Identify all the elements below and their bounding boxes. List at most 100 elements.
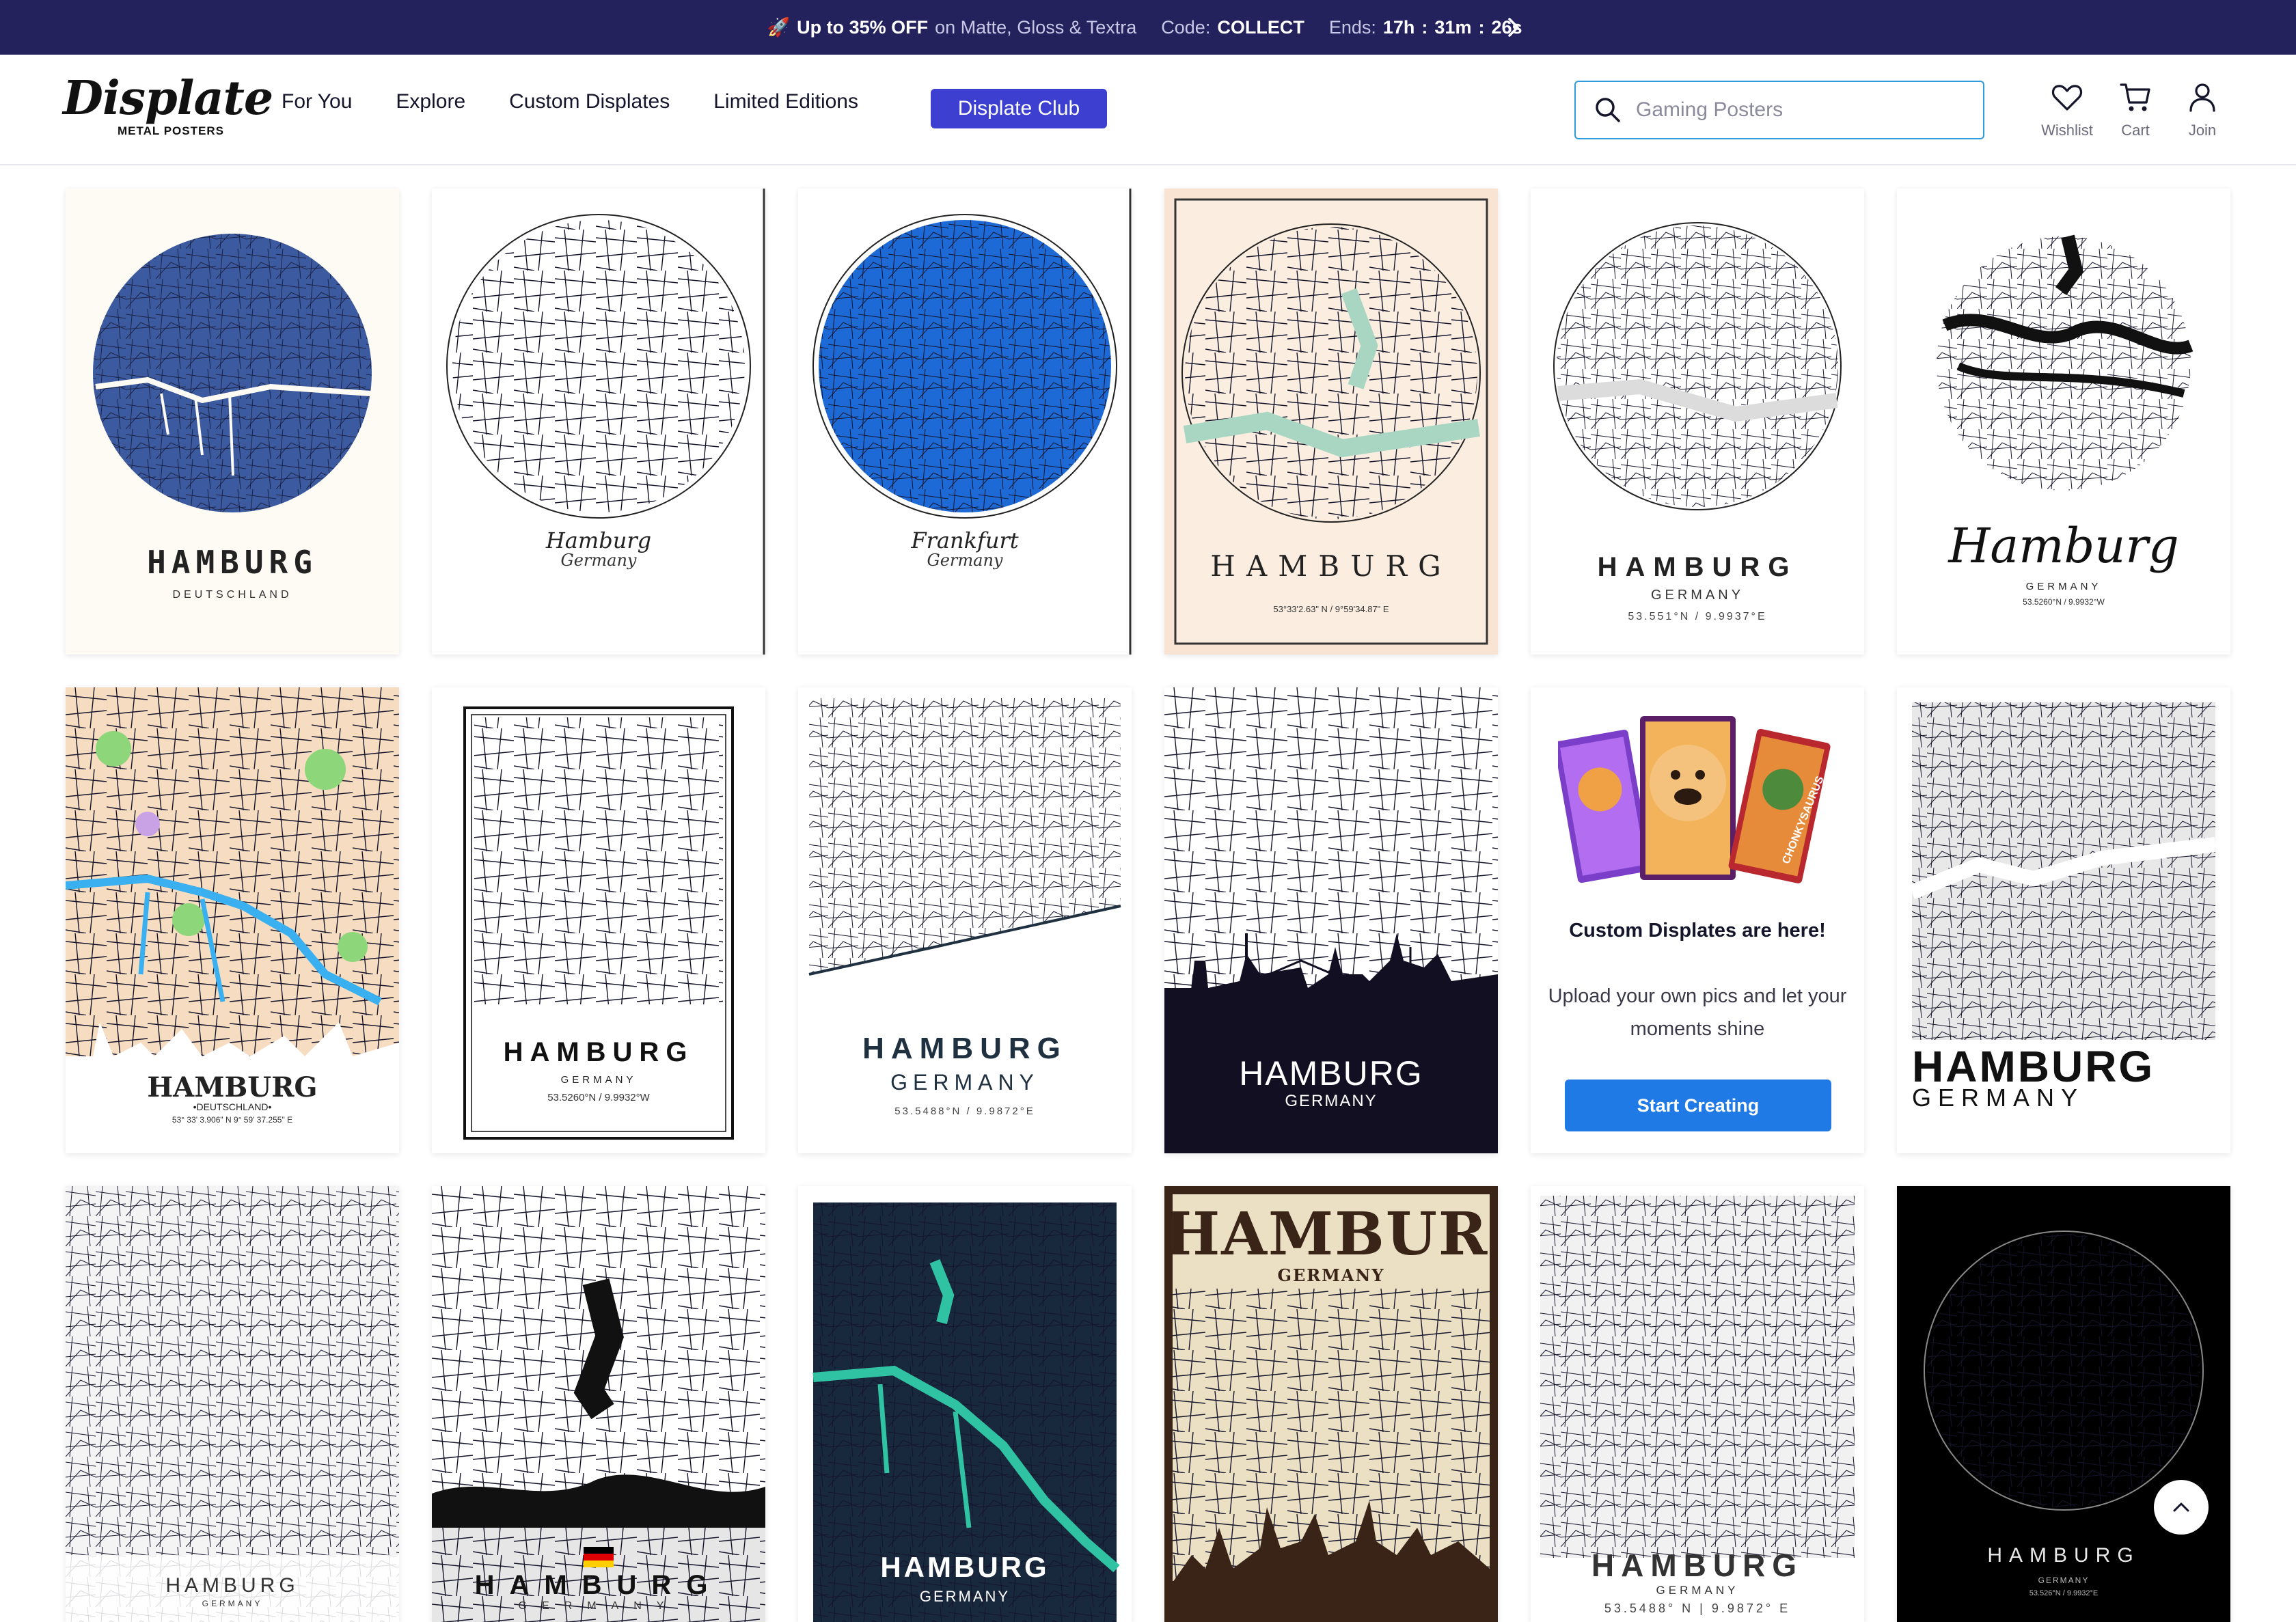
search-box[interactable]: [1574, 81, 1984, 139]
heart-icon: [2051, 85, 2083, 111]
poster-coords: 53.526°N / 9.9932°E: [2029, 1589, 2099, 1597]
promo-code: COLLECT: [1217, 16, 1304, 38]
poster-title: HAMBURG: [1591, 1548, 1804, 1583]
poster-title: HAMBURG: [1210, 549, 1452, 583]
poster-subtitle: GERMANY: [560, 1074, 637, 1086]
poster-subtitle: GERMANY: [2038, 1576, 2090, 1585]
wishlist-label: Wishlist: [2041, 122, 2093, 139]
poster-title: HAMBURG: [1987, 1544, 2140, 1567]
poster-card[interactable]: Frankfurt Germany: [798, 189, 1132, 655]
poster-card[interactable]: HAMBURG GERMANY: [1164, 1186, 1498, 1622]
join-label: Join: [2188, 122, 2217, 139]
poster-card[interactable]: HAMBURG GERMANY 53.526°N / 9.9932°E: [1897, 1186, 2230, 1622]
main-nav: For You Explore Custom Displates Limited…: [282, 90, 902, 113]
cart-icon: [2120, 83, 2150, 111]
poster-subtitle: GERMANY: [1285, 1092, 1378, 1110]
map-art: [66, 1186, 399, 1622]
poster-card[interactable]: HAMBURG GERMANY 53.5488° N | 9.9872° E: [1531, 1186, 1864, 1622]
poster-card[interactable]: HAMBURG GERMANY: [1897, 687, 2230, 1153]
join-link[interactable]: Join: [2172, 81, 2233, 139]
poster-subtitle: GERMANY: [202, 1599, 263, 1608]
poster-title: HAMBURG: [503, 1037, 694, 1067]
search-icon: [1596, 98, 1620, 122]
poster-card[interactable]: HAMBURG DEUTSCHLAND: [66, 189, 399, 655]
nav-explore[interactable]: Explore: [396, 90, 465, 113]
poster-subtitle: GERMANY: [919, 1588, 1011, 1605]
user-icon: [2189, 83, 2215, 112]
displate-logo[interactable]: Displate METAL POSTERS: [63, 75, 273, 137]
poster-card[interactable]: HAMBURG GERMANY 53.5488°N / 9.9872°E: [798, 687, 1132, 1153]
poster-subtitle: GERMANY: [1912, 1084, 2085, 1112]
poster-subtitle: •DEUTSCHLAND•: [193, 1101, 272, 1112]
search-input[interactable]: [1636, 98, 1978, 122]
poster-subtitle: GERMANY: [1650, 588, 1745, 603]
poster-title: Hamburg: [1948, 518, 2179, 574]
nav-custom-displates[interactable]: Custom Displates: [509, 90, 670, 113]
custom-promo-description: Upload your own pics and let your moment…: [1548, 985, 1847, 1040]
poster-coords: 53.551°N / 9.9937°E: [1628, 611, 1767, 622]
circle-map-art: [93, 234, 372, 512]
poster-subtitle: GERMANY: [518, 1600, 679, 1612]
displate-club-button[interactable]: Displate Club: [931, 89, 1107, 128]
poster-title: HAMBURG: [165, 1574, 299, 1597]
poster-title: HAMBURG: [147, 1071, 318, 1103]
promo-offer: Up to 35% OFF: [797, 16, 929, 38]
poster-subtitle: GERMANY: [2025, 581, 2102, 592]
poster-card[interactable]: HAMBURG •DEUTSCHLAND• 53° 33' 3.906" N 9…: [66, 687, 399, 1153]
start-creating-button[interactable]: Start Creating: [1565, 1080, 1831, 1131]
poster-card[interactable]: HAMBURG GERMANY: [1164, 687, 1498, 1153]
site-header: Displate METAL POSTERS For You Explore C…: [0, 55, 2296, 165]
poster-subtitle: Germany: [927, 551, 1003, 570]
rocket-icon: 🚀: [767, 17, 791, 38]
poster-subtitle: DEUTSCHLAND: [172, 589, 292, 601]
poster-title: HAMBURG: [474, 1570, 723, 1600]
poster-subtitle: GERMANY: [1277, 1265, 1385, 1285]
circle-map-art: [1174, 198, 1488, 645]
circle-map-art: [1553, 222, 1842, 510]
poster-title: HAMBURG: [1239, 1054, 1423, 1092]
promo-minutes: 31m: [1434, 16, 1472, 38]
poster-title: HAMBURG: [1597, 552, 1798, 582]
poster-card[interactable]: HAMBURG GERMANY 53.5260°N / 9.9932°W: [432, 687, 765, 1153]
map-art: [432, 1186, 765, 1622]
nav-for-you[interactable]: For You: [282, 90, 352, 113]
logo-tagline: METAL POSTERS: [118, 124, 224, 137]
chevron-right-icon[interactable]: [1503, 15, 1524, 40]
poster-subtitle: GERMANY: [1656, 1584, 1739, 1597]
promo-ends-label: Ends:: [1328, 16, 1376, 38]
cart-label: Cart: [2121, 122, 2150, 139]
circle-map-art: [812, 189, 1132, 655]
poster-card[interactable]: HAMBURG GERMANY: [798, 1186, 1132, 1622]
circle-map-art: [446, 189, 765, 655]
poster-coords: 53.5260°N / 9.9932°W: [547, 1092, 650, 1103]
poster-coords: 53.5488°N / 9.9872°E: [894, 1105, 1035, 1117]
poster-card[interactable]: Hamburg Germany: [432, 189, 765, 655]
wishlist-link[interactable]: Wishlist: [2036, 81, 2098, 139]
poster-title: Frankfurt: [911, 527, 1019, 553]
custom-promo-title: Custom Displates are here!: [1569, 920, 1826, 941]
promo-bar[interactable]: 🚀 Up to 35% OFF on Matte, Gloss & Textra…: [0, 0, 2296, 55]
cart-link[interactable]: Cart: [2105, 81, 2166, 139]
custom-displates-promo-card: CHONKYSAURUS Custom Displates are here! …: [1531, 687, 1864, 1153]
poster-card[interactable]: HAMBURG GERMANY: [432, 1186, 765, 1622]
poster-title: Hamburg: [545, 527, 652, 553]
poster-coords: 53°33'2.63" N / 9°59'34.87" E: [1273, 604, 1389, 614]
poster-card[interactable]: HAMBURG GERMANY 53.551°N / 9.9937°E: [1531, 189, 1864, 655]
promo-hours: 17h: [1382, 16, 1415, 38]
poster-card[interactable]: HAMBURG 53°33'2.63" N / 9°59'34.87" E: [1164, 189, 1498, 655]
poster-subtitle: GERMANY: [890, 1070, 1039, 1095]
poster-title: HAMBURG: [862, 1032, 1067, 1065]
promo-on-text: on Matte, Gloss & Textra: [935, 16, 1137, 38]
poster-card[interactable]: HAMBURG GERMANY: [66, 1186, 399, 1622]
poster-coords: 53° 33' 3.906" N 9° 59' 37.255" E: [172, 1115, 293, 1125]
poster-title: HAMBURG: [147, 544, 318, 581]
chevron-up-icon: [2173, 1502, 2189, 1512]
poster-coords: 53.5260°N / 9.9932°W: [2023, 597, 2105, 607]
poster-subtitle: Germany: [560, 551, 637, 570]
custom-displates-phones-illustration: CHONKYSAURUS: [1558, 716, 1831, 883]
poster-card[interactable]: Hamburg GERMANY 53.5260°N / 9.9932°W: [1897, 189, 2230, 655]
nav-limited-editions[interactable]: Limited Editions: [713, 90, 858, 113]
poster-coords: 53.5488° N | 9.9872° E: [1604, 1602, 1791, 1615]
scroll-to-top-button[interactable]: [2154, 1480, 2209, 1535]
poster-title: HAMBURG: [1164, 1200, 1498, 1269]
